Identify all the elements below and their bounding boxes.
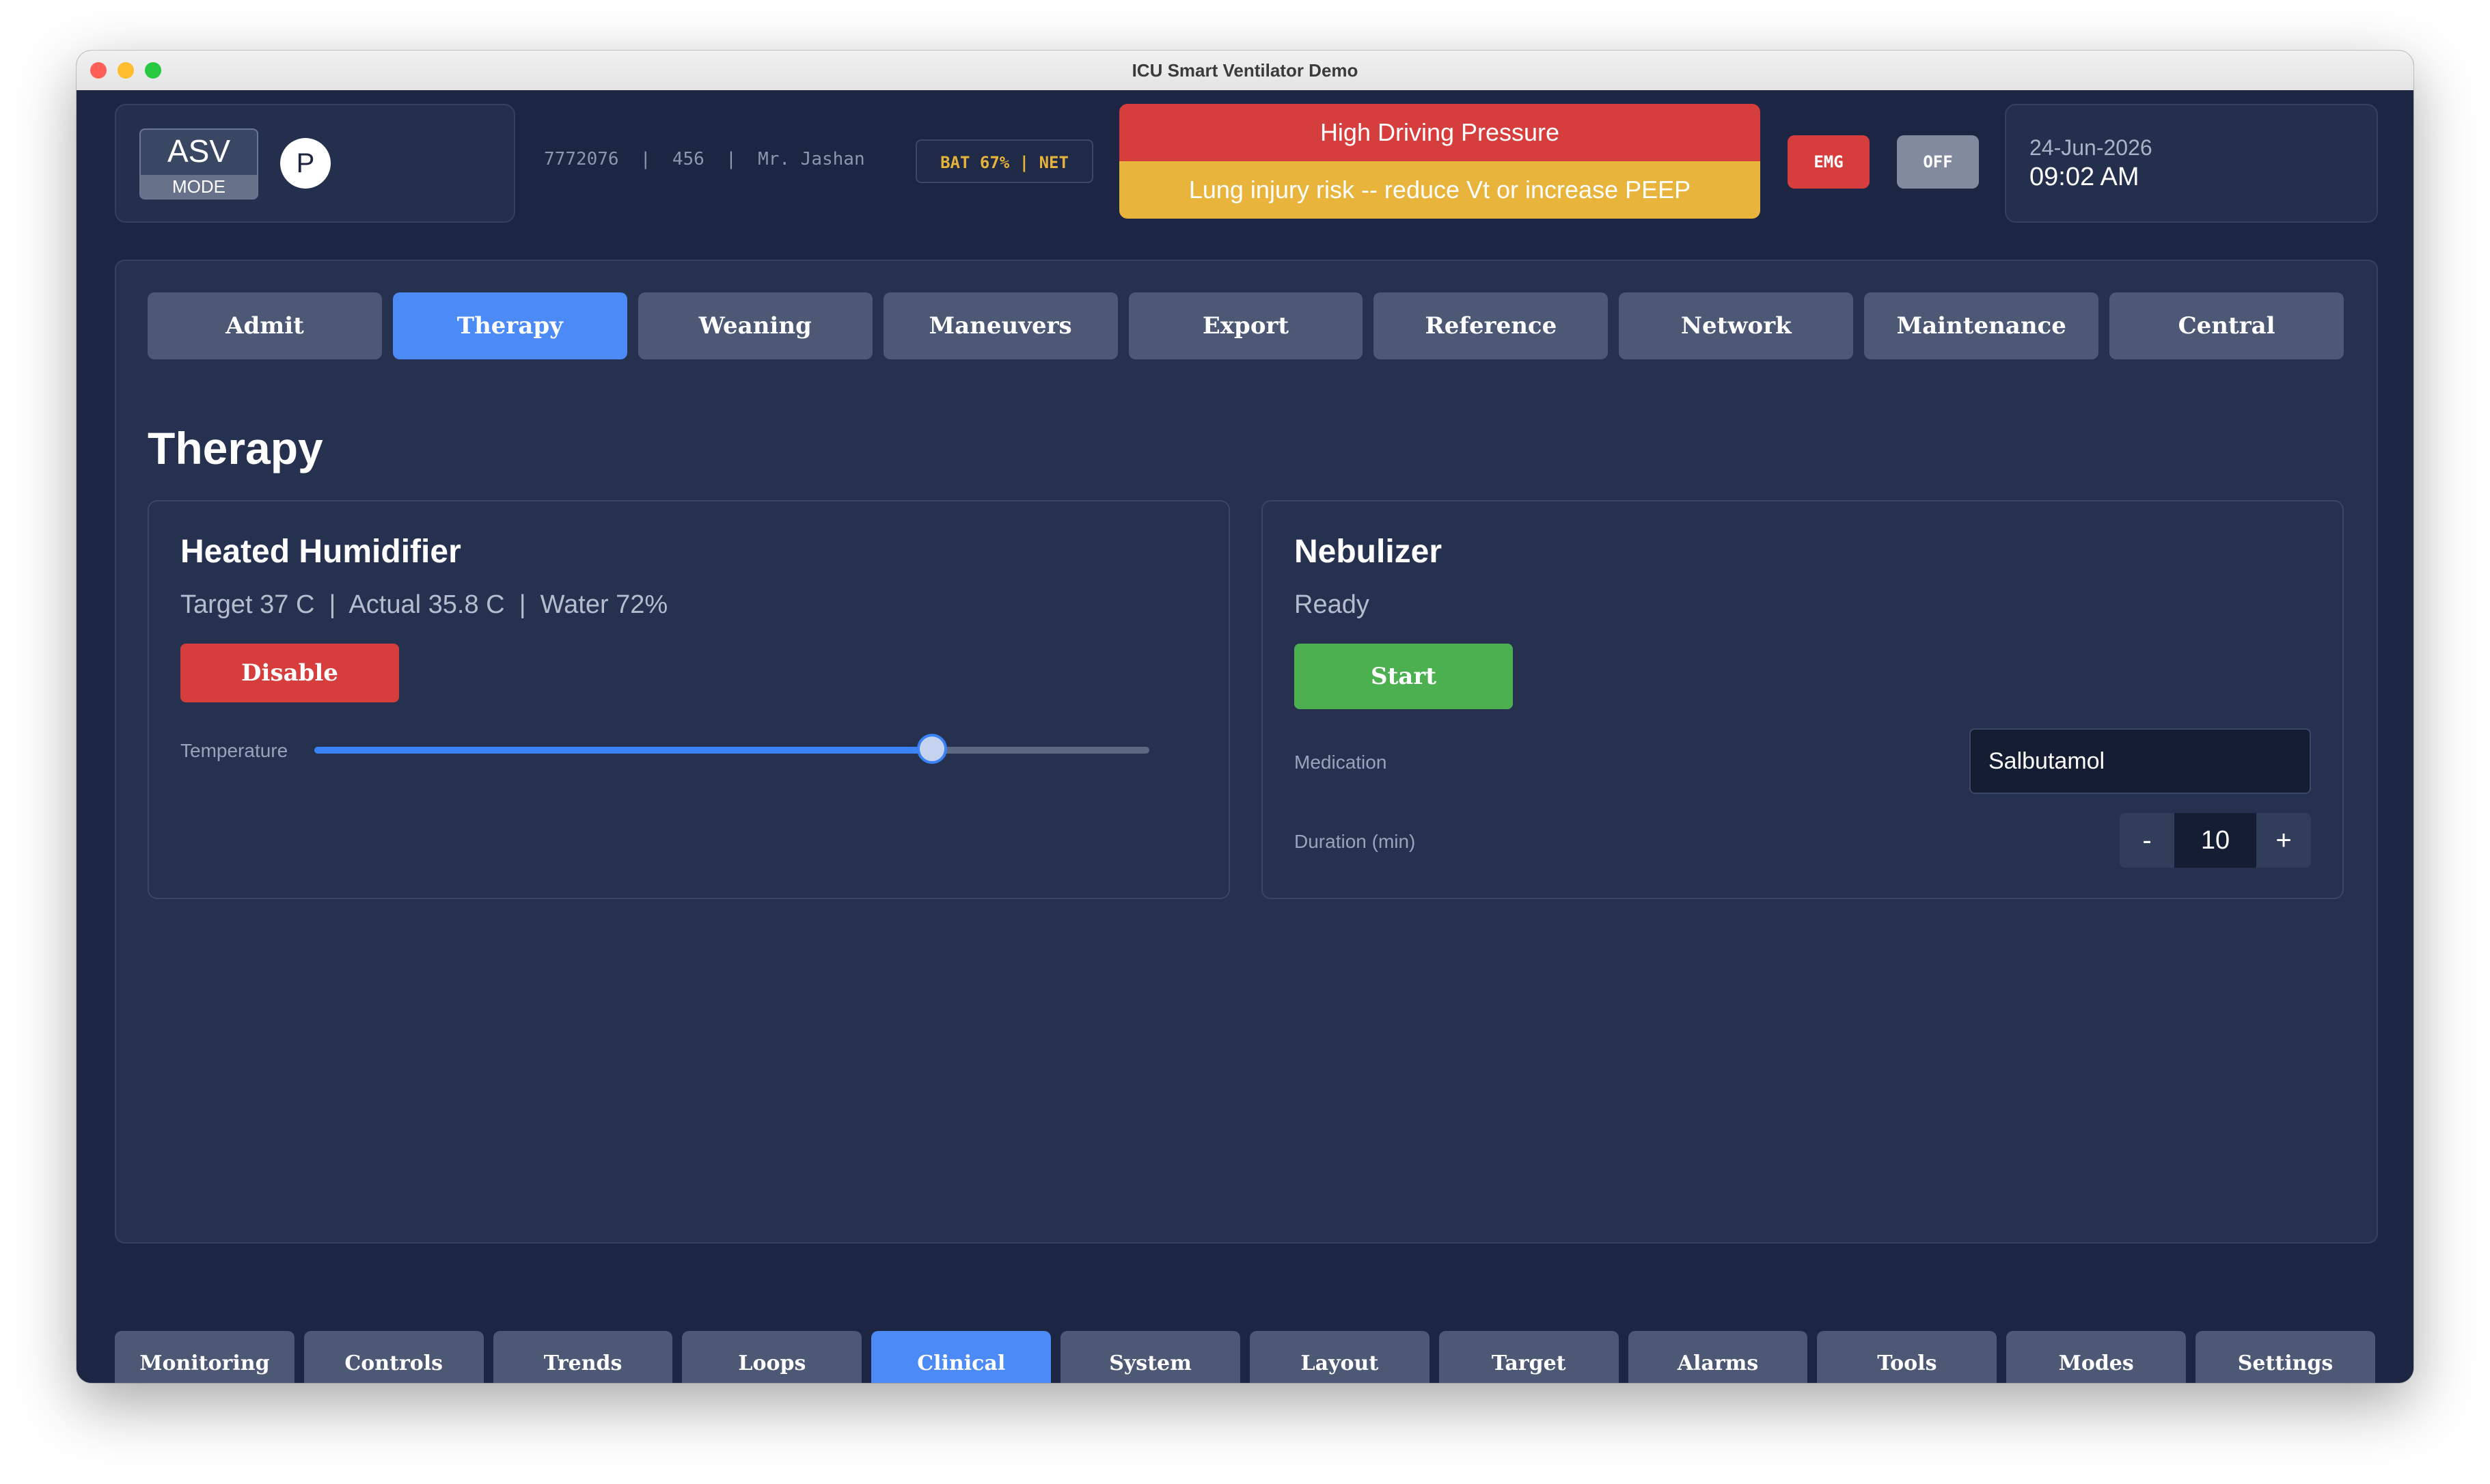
tab-therapy[interactable]: Therapy — [392, 292, 627, 359]
app-window: ICU Smart Ventilator Demo ASV MODE P 777… — [77, 51, 2413, 1383]
main-panel: Admit Therapy Weaning Maneuvers Export R… — [115, 260, 2378, 1243]
nav-monitoring[interactable]: Monitoring — [115, 1331, 295, 1383]
nebulizer-title: Nebulizer — [1294, 534, 1442, 570]
window-titlebar: ICU Smart Ventilator Demo — [77, 51, 2413, 91]
nav-tools[interactable]: Tools — [1817, 1331, 1997, 1383]
tab-export[interactable]: Export — [1128, 292, 1363, 359]
patient-badge[interactable]: P — [280, 138, 331, 189]
off-button[interactable]: OFF — [1897, 135, 1979, 189]
clock-card: 24-Jun-2026 09:02 AM — [2005, 104, 2378, 223]
duration-stepper: - 10 + — [2120, 813, 2311, 868]
humidifier-status: Target 37 C | Actual 35.8 C | Water 72% — [180, 590, 668, 619]
medication-label: Medication — [1294, 752, 1387, 773]
mode-badge[interactable]: ASV MODE — [139, 128, 258, 200]
battery-network-status: BAT 67% | NET — [916, 139, 1093, 183]
nav-controls[interactable]: Controls — [303, 1331, 484, 1383]
humidifier-title: Heated Humidifier — [180, 534, 461, 570]
alarm-banner[interactable]: High Driving Pressure Lung injury risk -… — [1119, 104, 1760, 219]
minimize-window-button[interactable] — [118, 62, 134, 79]
temperature-slider-fill — [314, 747, 932, 754]
start-button[interactable]: Start — [1294, 644, 1513, 709]
nav-layout[interactable]: Layout — [1249, 1331, 1429, 1383]
alarm-title: High Driving Pressure — [1119, 104, 1760, 161]
tab-weaning[interactable]: Weaning — [638, 292, 873, 359]
nav-target[interactable]: Target — [1438, 1331, 1619, 1383]
duration-value[interactable]: 10 — [2174, 813, 2256, 868]
tab-reference[interactable]: Reference — [1373, 292, 1609, 359]
close-window-button[interactable] — [90, 62, 107, 79]
duration-decrement-button[interactable]: - — [2120, 813, 2174, 868]
nav-modes[interactable]: Modes — [2006, 1331, 2187, 1383]
window-title: ICU Smart Ventilator Demo — [1132, 59, 1358, 81]
nav-trends[interactable]: Trends — [493, 1331, 673, 1383]
nav-alarms[interactable]: Alarms — [1628, 1331, 1808, 1383]
alarm-message: Lung injury risk -- reduce Vt or increas… — [1119, 161, 1760, 219]
ventilator-app: ASV MODE P 7772076 | 456 | Mr. Jashan BA… — [77, 90, 2413, 1383]
tab-maneuvers[interactable]: Maneuvers — [883, 292, 1118, 359]
mode-card: ASV MODE P — [115, 104, 515, 223]
duration-label: Duration (min) — [1294, 831, 1416, 852]
temperature-label: Temperature — [180, 740, 288, 761]
clock-time: 09:02 AM — [2029, 163, 2139, 191]
nebulizer-card: Nebulizer Ready Start Medication Salbuta… — [1261, 500, 2344, 899]
tab-maintenance[interactable]: Maintenance — [1864, 292, 2099, 359]
disable-button[interactable]: Disable — [180, 644, 399, 702]
page-title: Therapy — [148, 423, 323, 473]
duration-increment-button[interactable]: + — [2256, 813, 2311, 868]
nav-system[interactable]: System — [1061, 1331, 1240, 1383]
nav-loops[interactable]: Loops — [682, 1331, 862, 1383]
humidifier-card: Heated Humidifier Target 37 C | Actual 3… — [148, 500, 1230, 899]
temperature-slider-thumb[interactable] — [917, 734, 947, 764]
nebulizer-status: Ready — [1294, 590, 1369, 619]
bottom-navigation: Monitoring Controls Trends Loops Clinica… — [115, 1331, 2375, 1383]
patient-info: 7772076 | 456 | Mr. Jashan — [544, 149, 865, 169]
tab-bar: Admit Therapy Weaning Maneuvers Export R… — [148, 292, 2344, 359]
nav-clinical[interactable]: Clinical — [871, 1331, 1052, 1383]
temperature-slider[interactable] — [314, 734, 1149, 764]
nav-settings[interactable]: Settings — [2195, 1331, 2375, 1383]
tab-admit[interactable]: Admit — [148, 292, 382, 359]
tab-network[interactable]: Network — [1619, 292, 1854, 359]
medication-select[interactable]: Salbutamol — [1969, 728, 2311, 794]
mode-label: MODE — [141, 175, 257, 198]
clock-date: 24-Jun-2026 — [2029, 135, 2152, 160]
tab-central[interactable]: Central — [2109, 292, 2344, 359]
emergency-button[interactable]: EMG — [1788, 135, 1870, 189]
maximize-window-button[interactable] — [145, 62, 161, 79]
mode-name: ASV — [167, 133, 231, 169]
